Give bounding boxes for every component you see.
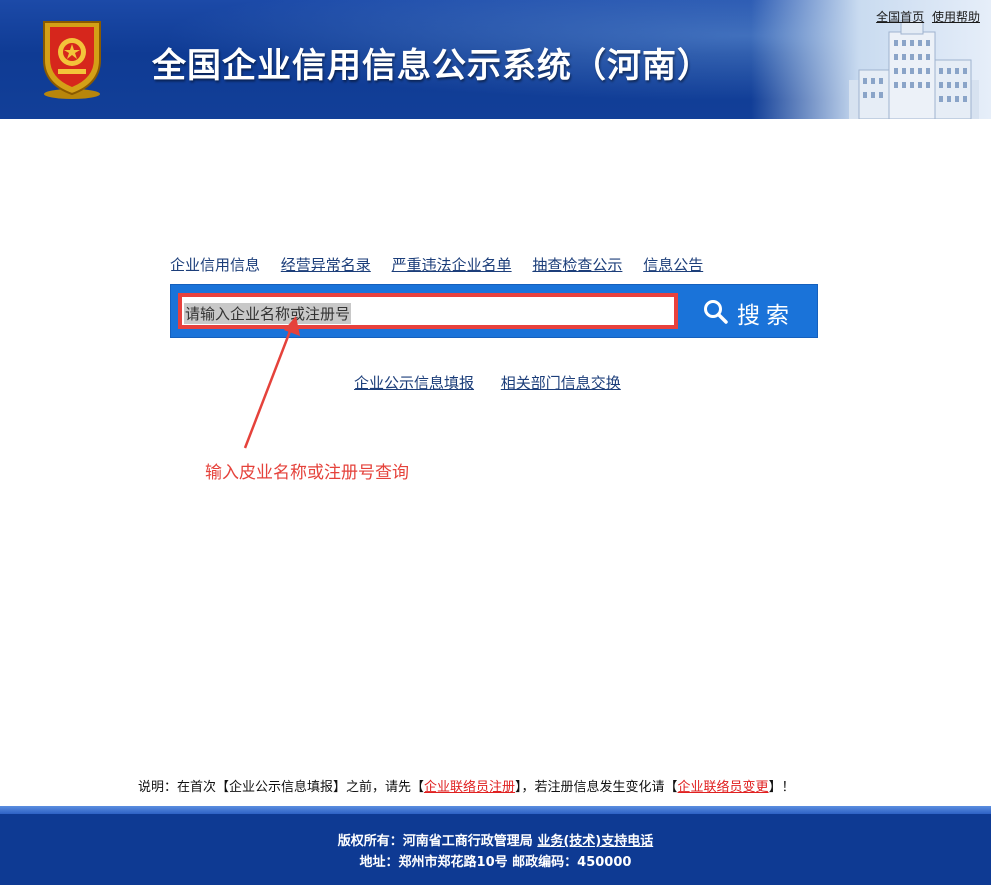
- note-suffix: 】！: [768, 780, 795, 795]
- instruction-note: 说明：在首次【企业公示信息填报】之前，请先【企业联络员注册】，若注册信息发生变化…: [138, 776, 795, 795]
- contact-register-link[interactable]: 企业联络员注册: [424, 780, 515, 795]
- page: 全国企业信用信息公示系统（河南） 全国首页 使用帮助 企业信用信息 经营异常名录…: [0, 0, 991, 885]
- header-banner: 全国企业信用信息公示系统（河南） 全国首页 使用帮助: [0, 0, 991, 119]
- search-button[interactable]: 搜索: [699, 295, 809, 329]
- sub-links: 企业公示信息填报 相关部门信息交换: [354, 372, 643, 393]
- nav-item-inspection-notice[interactable]: 抽查检查公示: [532, 256, 622, 274]
- note-middle: 】，若注册信息发生变化请【: [515, 780, 678, 795]
- nav-bar: 企业信用信息 经营异常名录 严重违法企业名单 抽查检查公示 信息公告: [170, 254, 719, 275]
- search-icon: [704, 300, 728, 324]
- copyright-text: 版权所有：河南省工商行政管理局: [337, 834, 538, 849]
- nav-item-credit-info[interactable]: 企业信用信息: [170, 256, 260, 274]
- footer-stripe: [0, 806, 991, 814]
- enterprise-disclosure-fill-link[interactable]: 企业公示信息填报: [354, 374, 474, 392]
- nav-item-serious-violation-list[interactable]: 严重违法企业名单: [392, 256, 512, 274]
- contact-change-link[interactable]: 企业联络员变更: [678, 780, 769, 795]
- department-info-exchange-link[interactable]: 相关部门信息交换: [501, 374, 621, 392]
- nav-item-announcement[interactable]: 信息公告: [643, 256, 703, 274]
- support-phone-link[interactable]: 业务(技术)支持电话: [537, 834, 653, 849]
- national-emblem-icon: [43, 21, 101, 99]
- footer-copyright: 版权所有：河南省工商行政管理局 业务(技术)支持电话: [0, 830, 991, 849]
- site-title: 全国企业信用信息公示系统（河南）: [152, 46, 712, 86]
- nav-item-abnormal-list[interactable]: 经营异常名录: [281, 256, 371, 274]
- building-illustration: [849, 20, 979, 119]
- annotation-arrow-icon: [243, 316, 300, 449]
- footer: 版权所有：河南省工商行政管理局 业务(技术)支持电话 地址：郑州市郑花路10号 …: [0, 814, 991, 885]
- footer-address: 地址：郑州市郑花路10号 邮政编码：450000: [359, 855, 632, 870]
- search-button-label: 搜索: [737, 303, 795, 329]
- top-links: 全国首页 使用帮助: [872, 8, 980, 25]
- help-link[interactable]: 使用帮助: [932, 10, 980, 24]
- annotation-text: 输入皮业名称或注册号查询: [205, 463, 409, 483]
- home-link[interactable]: 全国首页: [876, 10, 924, 24]
- note-prefix: 说明：在首次【企业公示信息填报】之前，请先【: [138, 780, 425, 795]
